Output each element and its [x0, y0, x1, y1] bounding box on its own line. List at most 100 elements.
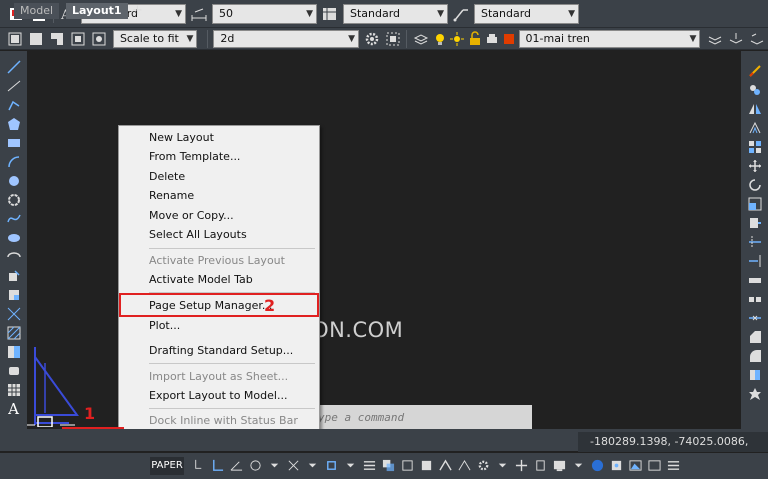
customization-menu-icon[interactable] [665, 457, 681, 473]
gradient-tool-icon[interactable] [6, 344, 22, 360]
hardware-acceleration-icon[interactable] [589, 457, 605, 473]
scale-tool-icon[interactable] [747, 196, 763, 212]
annotation-visibility-icon[interactable] [456, 457, 472, 473]
object-snap-tracking-icon[interactable] [285, 457, 301, 473]
clip-viewport-icon[interactable] [70, 30, 87, 48]
chevron-down-icon[interactable] [304, 457, 320, 473]
chevron-down-icon[interactable] [494, 457, 510, 473]
single-viewport-icon[interactable] [27, 30, 44, 48]
viewport-icon[interactable] [6, 30, 23, 48]
layer-match-icon[interactable] [728, 30, 745, 48]
transparency-icon[interactable] [380, 457, 396, 473]
polyline-tool-icon[interactable] [6, 97, 22, 113]
layer-previous-icon[interactable] [749, 30, 766, 48]
menu-item-activate-model-tab[interactable]: Activate Model Tab [149, 271, 253, 289]
spline-tool-icon[interactable] [6, 211, 22, 227]
object-snap-icon[interactable] [323, 457, 339, 473]
lightbulb-icon[interactable] [432, 30, 449, 48]
layer-isolate-icon[interactable] [384, 30, 401, 48]
insert-block-icon[interactable] [6, 268, 22, 284]
rotate-tool-icon[interactable] [747, 177, 763, 193]
menu-item-move-or-copy[interactable]: Move or Copy... [149, 207, 234, 225]
array-tool-icon[interactable] [747, 139, 763, 155]
convert-viewport-icon[interactable] [91, 30, 108, 48]
chamfer-tool-icon[interactable] [747, 329, 763, 345]
trim-tool-icon[interactable] [747, 234, 763, 250]
model-space-icon[interactable] [551, 457, 567, 473]
clean-screen-icon[interactable] [646, 457, 662, 473]
polygonal-viewport-icon[interactable] [48, 30, 65, 48]
polygon-tool-icon[interactable] [6, 116, 22, 132]
table-style-select[interactable]: Standard ▼ [343, 3, 448, 24]
circle-tool-icon[interactable] [6, 173, 22, 189]
lock-icon[interactable] [466, 30, 483, 48]
paper-space-toggle[interactable]: PAPER [150, 457, 184, 475]
mirror-tool-icon[interactable] [747, 101, 763, 117]
table-tool-icon[interactable] [6, 382, 22, 398]
viewport-scale-select[interactable]: Scale to fit ▼ [112, 29, 198, 48]
tab-layout1[interactable]: Layout1 [66, 3, 128, 19]
plot-icon[interactable] [483, 30, 500, 48]
infer-constraints-icon[interactable] [190, 457, 206, 473]
fillet-tool-icon[interactable] [747, 348, 763, 364]
gear-icon[interactable] [363, 30, 380, 48]
polar-tracking-icon[interactable] [228, 457, 244, 473]
selection-cycling-icon[interactable] [399, 457, 415, 473]
line-tool-icon[interactable] [6, 59, 22, 75]
ellipse-arc-tool-icon[interactable] [6, 249, 22, 265]
graphics-performance-icon[interactable] [627, 457, 643, 473]
make-current-layer-icon[interactable] [706, 30, 723, 48]
dimension-style-select[interactable]: 50 ▼ [212, 3, 317, 24]
isometric-drafting-icon[interactable] [247, 457, 263, 473]
menu-item-from-template[interactable]: From Template... [149, 148, 240, 166]
erase-tool-icon[interactable] [747, 63, 763, 79]
menu-item-new-layout[interactable]: New Layout [149, 129, 214, 147]
stretch-tool-icon[interactable] [747, 215, 763, 231]
menu-item-plot[interactable]: Plot... [149, 317, 180, 335]
break-tool-icon[interactable] [747, 291, 763, 307]
layer-select[interactable]: 01-mai tren ▼ [518, 29, 701, 48]
menu-item-select-all-layouts[interactable]: Select All Layouts [149, 226, 247, 244]
menu-item-rename[interactable]: Rename [149, 187, 194, 205]
region-tool-icon[interactable] [6, 363, 22, 379]
chevron-down-icon[interactable] [342, 457, 358, 473]
move-tool-icon[interactable] [747, 158, 763, 174]
menu-item-export-layout-to-model[interactable]: Export Layout to Model... [149, 387, 287, 405]
chevron-down-icon[interactable] [266, 457, 282, 473]
extend-tool-icon[interactable] [747, 253, 763, 269]
join-tool-icon[interactable] [747, 310, 763, 326]
blend-curves-icon[interactable] [747, 367, 763, 383]
lineweight-icon[interactable] [361, 457, 377, 473]
offset-tool-icon[interactable] [747, 120, 763, 136]
highlight-page-setup-manager [119, 293, 319, 317]
ellipse-tool-icon[interactable] [6, 230, 22, 246]
copy-tool-icon[interactable] [747, 82, 763, 98]
tab-model[interactable]: Model [14, 3, 60, 19]
command-line-input[interactable]: ype a command [300, 405, 532, 429]
sun-icon[interactable] [449, 30, 466, 48]
hatch-tool-icon[interactable] [6, 325, 22, 341]
break-point-icon[interactable] [747, 272, 763, 288]
gear-icon[interactable] [475, 457, 491, 473]
chevron-down-icon[interactable] [570, 457, 586, 473]
point-tool-icon[interactable] [6, 306, 22, 322]
add-layout-button[interactable]: + [126, 3, 149, 19]
plus-icon[interactable] [513, 457, 529, 473]
annotation-scale-icon[interactable] [437, 457, 453, 473]
explode-tool-icon[interactable] [747, 386, 763, 402]
rectangle-tool-icon[interactable] [6, 135, 22, 151]
make-block-icon[interactable] [6, 287, 22, 303]
isolate-objects-icon[interactable] [608, 457, 624, 473]
layer-state-select[interactable]: 2d ▼ [213, 29, 360, 48]
revcloud-tool-icon[interactable] [6, 192, 22, 208]
3d-osnap-icon[interactable] [418, 457, 434, 473]
multiline-text-icon[interactable]: A [6, 401, 22, 417]
ortho-mode-icon[interactable] [209, 457, 225, 473]
arc-tool-icon[interactable] [6, 154, 22, 170]
layer-properties-icon[interactable] [412, 30, 429, 48]
construction-line-icon[interactable] [6, 78, 22, 94]
menu-item-delete[interactable]: Delete [149, 168, 185, 186]
quick-properties-icon[interactable] [532, 457, 548, 473]
multileader-style-select[interactable]: Standard ▼ [474, 3, 579, 24]
menu-item-drafting-standard-setup[interactable]: Drafting Standard Setup... [149, 342, 293, 360]
